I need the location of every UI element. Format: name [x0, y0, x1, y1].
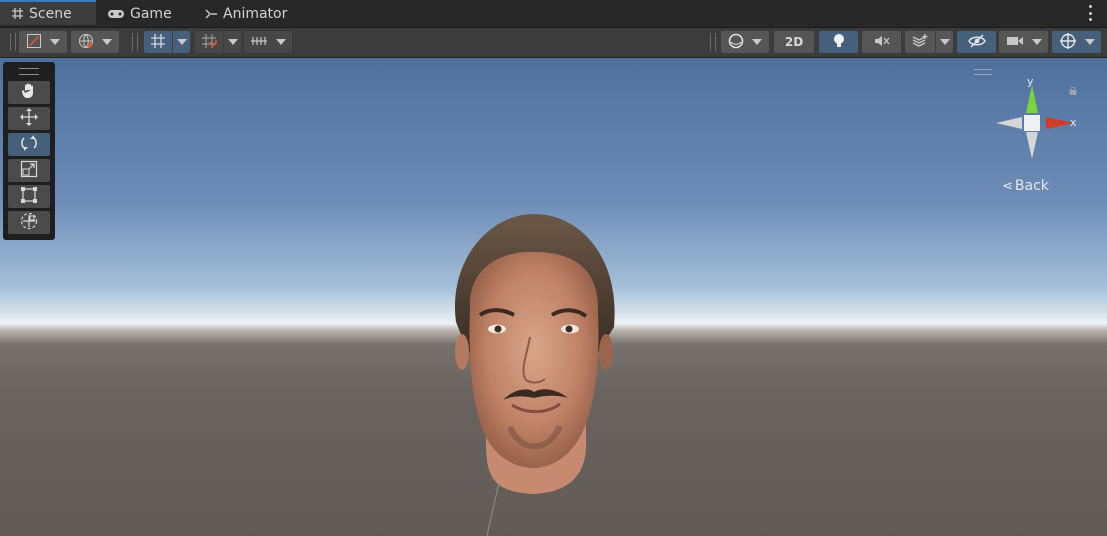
grid-visibility-dropdown[interactable]: [173, 31, 190, 53]
more-options-icon[interactable]: [1087, 5, 1093, 21]
chevron-down-icon: [1084, 39, 1095, 45]
drag-handle-icon[interactable]: [19, 68, 39, 75]
ruler-snap-icon: [250, 34, 268, 51]
hand-icon: [20, 82, 38, 104]
camera-mode-dropdown[interactable]: [721, 31, 769, 53]
scene-toolbar: 2D: [0, 28, 1107, 58]
chevron-down-icon: [276, 39, 286, 45]
tab-label: Scene: [29, 5, 72, 22]
lighting-toggle-button[interactable]: [819, 31, 858, 53]
animator-icon: [203, 6, 219, 22]
snap-grid-icon: [201, 33, 217, 52]
eye-hidden-icon: [967, 33, 986, 51]
x-axis-label: x: [1070, 116, 1077, 129]
chevron-down-icon: [752, 39, 762, 45]
globe-icon: [78, 33, 94, 52]
toolbar-grip-icon: [132, 33, 138, 51]
view-orientation-label[interactable]: ⋖ Back: [1002, 178, 1049, 194]
tab-animator[interactable]: Animator: [203, 0, 287, 27]
toggle-2d-button[interactable]: 2D: [774, 31, 814, 53]
global-view-dropdown[interactable]: [71, 31, 119, 53]
rotate-tool-button[interactable]: [8, 133, 50, 156]
mute-speaker-icon: [874, 34, 890, 51]
audio-toggle-button[interactable]: [862, 31, 901, 53]
chevron-down-icon: [227, 39, 238, 45]
shading-mode-icon: [26, 33, 42, 52]
transform-icon: [19, 211, 39, 235]
orientation-gizmo[interactable]: y x: [990, 72, 1090, 172]
tab-bar: Scene Game Animator: [0, 0, 1107, 28]
increment-snap-dropdown[interactable]: [244, 31, 292, 53]
grid-icon: [9, 6, 25, 22]
toolbar-grip-icon: [10, 33, 16, 51]
gizmo-crosshair-icon: [1059, 32, 1077, 53]
transform-tool-button[interactable]: [8, 211, 50, 234]
tab-scene[interactable]: Scene: [0, 0, 96, 25]
gizmos-dropdown[interactable]: [1052, 31, 1101, 53]
scale-tool-button[interactable]: [8, 159, 50, 182]
tab-label: Animator: [223, 5, 288, 22]
shaded-sphere-icon: [728, 33, 744, 52]
chevron-down-icon: [939, 39, 950, 45]
chevron-down-icon: [102, 39, 112, 45]
effects-dropdown[interactable]: [936, 31, 953, 53]
view-name: Back: [1014, 178, 1049, 194]
camera-icon: [1006, 35, 1024, 50]
layers-icon: [912, 33, 928, 51]
hand-tool-button[interactable]: [8, 81, 50, 104]
gamepad-icon: [106, 6, 126, 22]
effects-button[interactable]: [905, 31, 935, 53]
grid-snap-icon: [150, 33, 166, 52]
chevron-down-icon: [50, 39, 60, 45]
grid-visibility-button[interactable]: [144, 31, 172, 53]
y-axis-label: y: [1027, 75, 1034, 88]
rect-icon: [20, 186, 38, 208]
tab-label: Game: [130, 5, 172, 22]
chevron-down-icon: [176, 39, 187, 45]
perspective-icon: ⋖: [1002, 179, 1013, 194]
tab-game[interactable]: Game: [106, 0, 172, 27]
move-arrows-icon: [19, 107, 39, 131]
grid-snapping-dropdown[interactable]: [224, 31, 241, 53]
scene-camera-dropdown[interactable]: [999, 31, 1048, 53]
lightbulb-icon: [832, 33, 846, 52]
tools-overlay: [3, 62, 55, 240]
chevron-down-icon: [1031, 39, 1042, 45]
draw-mode-dropdown[interactable]: [19, 31, 67, 53]
rotate-icon: [19, 133, 39, 157]
rect-tool-button[interactable]: [8, 185, 50, 208]
grid-snapping-button[interactable]: [195, 31, 223, 53]
head-model[interactable]: [448, 212, 618, 512]
scale-icon: [20, 160, 38, 182]
move-tool-button[interactable]: [8, 107, 50, 130]
scene-visibility-button[interactable]: [957, 31, 996, 53]
toolbar-grip-icon: [710, 33, 716, 51]
